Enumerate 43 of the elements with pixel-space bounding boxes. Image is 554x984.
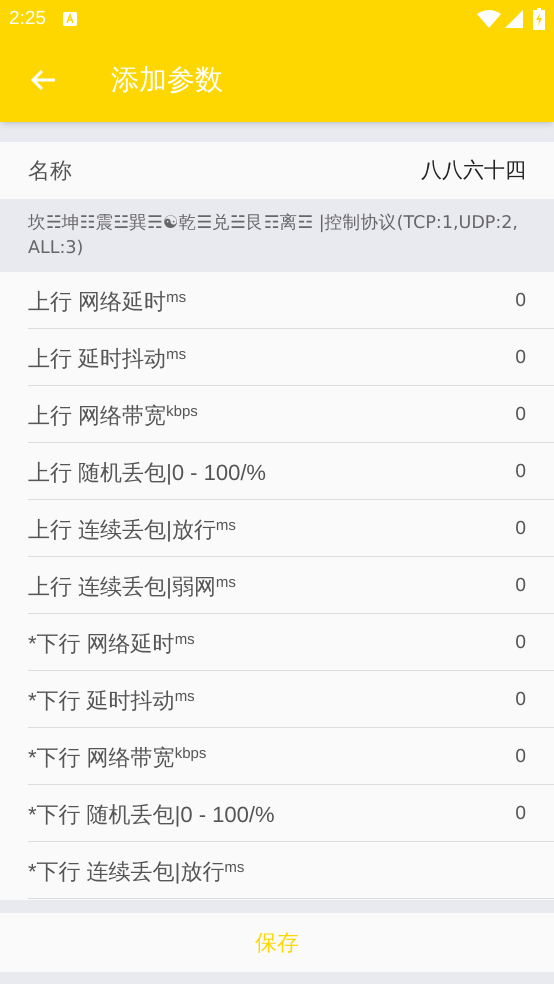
param-value: 0 (515, 688, 526, 712)
param-row[interactable]: 上行 连续丢包|放行$^{ms}$ 0 (28, 500, 554, 557)
name-label: 名称 (28, 157, 72, 185)
param-row[interactable]: 上行 网络带宽$^{kbps}$ 0 (28, 386, 554, 443)
notification-icon (62, 11, 78, 27)
param-row[interactable]: *下行 网络带宽$^{kbps}$ 0 (28, 728, 554, 785)
param-value: 0 (515, 802, 526, 826)
param-value: 0 (515, 517, 526, 541)
info-text: 坎☵坤☷震☳巽☴☯乾☰兑☱艮☶离☲ |控制协议(TCP:1,UDP:2,ALL:3) (28, 212, 518, 260)
param-label: *下行 连续丢包|放行$^{ms}$ (28, 858, 244, 886)
param-value: 0 (515, 346, 526, 370)
param-label: *下行 网络带宽$^{kbps}$ (28, 744, 206, 772)
param-row[interactable]: 上行 连续丢包|弱网$^{ms}$ 0 (28, 557, 554, 614)
name-row[interactable]: 名称 八八六十四 (0, 142, 554, 199)
name-value: 八八六十四 (421, 158, 526, 184)
param-row[interactable]: 上行 网络延时$^{ms}$ 0 (28, 272, 554, 329)
back-arrow-icon (30, 69, 56, 91)
wifi-icon (477, 10, 501, 28)
page-title: 添加参数 (111, 63, 223, 97)
param-value: 0 (515, 631, 526, 655)
param-value: 0 (515, 403, 526, 427)
status-time: 2:25 (9, 6, 46, 31)
param-row[interactable]: *下行 连续丢包|放行$^{ms}$ (28, 842, 554, 899)
param-row[interactable]: *下行 网络延时$^{ms}$ 0 (28, 614, 554, 671)
param-label: 上行 随机丢包|0 - 100/% (28, 459, 266, 487)
param-label: 上行 网络带宽$^{kbps}$ (28, 402, 198, 430)
param-row[interactable]: 上行 随机丢包|0 - 100/% 0 (28, 443, 554, 500)
battery-icon (533, 8, 545, 30)
param-label: *下行 网络延时$^{ms}$ (28, 630, 195, 658)
param-label: 上行 连续丢包|放行$^{ms}$ (28, 516, 236, 544)
param-value: 0 (515, 460, 526, 484)
param-value: 0 (515, 289, 526, 313)
param-value: 0 (515, 745, 526, 769)
param-label: 上行 网络延时$^{ms}$ (28, 288, 186, 316)
param-label: 上行 延时抖动$^{ms}$ (28, 344, 186, 373)
param-row[interactable]: *下行 延时抖动$^{ms}$ 0 (28, 671, 554, 728)
signal-icon (505, 10, 523, 28)
param-value: 0 (515, 574, 526, 598)
param-row[interactable]: *下行 随机丢包|0 - 100/% 0 (28, 785, 554, 842)
param-row[interactable]: 上行 延时抖动$^{ms}$ 0 (28, 329, 554, 386)
param-label: *下行 延时抖动$^{ms}$ (28, 686, 195, 715)
param-label: *下行 随机丢包|0 - 100/% (28, 801, 275, 829)
param-label: 上行 连续丢包|弱网$^{ms}$ (28, 572, 236, 601)
